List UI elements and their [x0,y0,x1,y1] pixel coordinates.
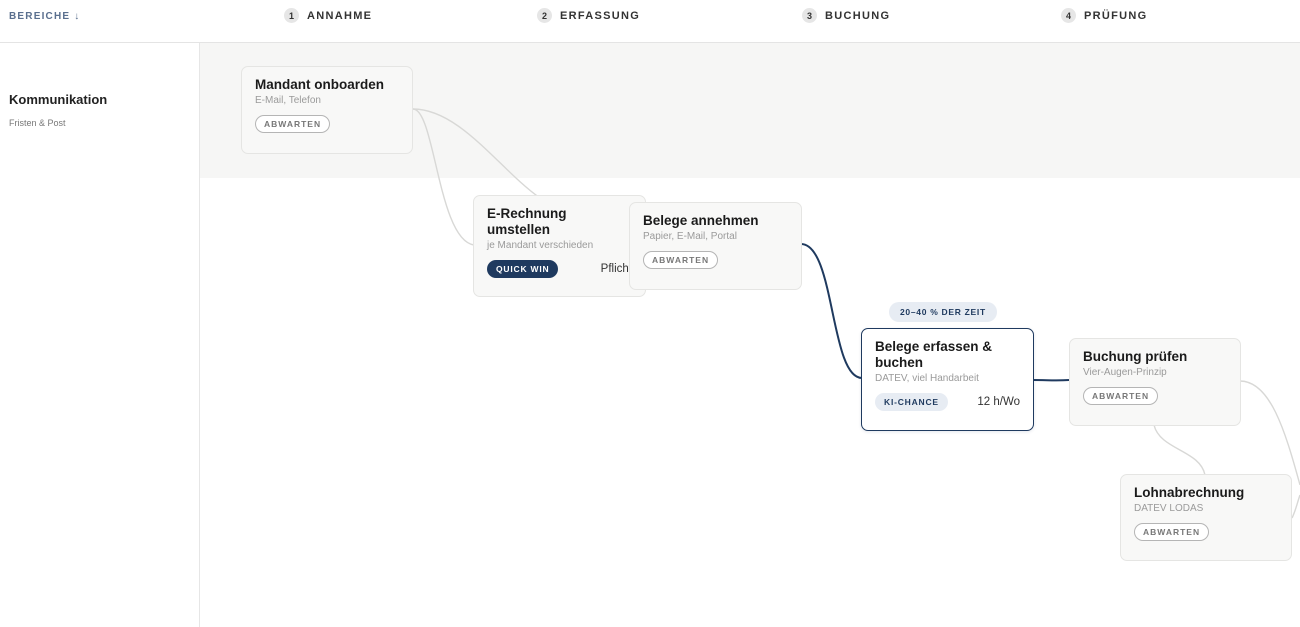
card-meta: Pflicht [600,263,632,275]
connector-lines [412,108,1300,519]
card-lohnabrechnung[interactable]: Lohnabrechnung DATEV LODAS ABWARTEN [1120,474,1292,561]
link-pruefen-to-lohn [1153,424,1206,476]
link-mandant-to-erechnung [412,108,475,246]
card-buchung-pruefen[interactable]: Buchung prüfen Vier-Augen-Prinzip ABWART… [1069,338,1241,426]
card-footer: QUICK WIN Pflicht [487,260,632,278]
status-badge: ABWARTEN [643,251,719,269]
card-title: Belege erfassen & buchen [875,339,993,370]
card-belege-erfassen-buchen[interactable]: Belege erfassen & buchen DATEV, viel Han… [861,328,1034,431]
card-title: E-Rechnung umstellen [487,206,567,237]
link-pruefen-to-offscreen [1239,380,1300,486]
link-belege-annehmen-to-erfassen [800,243,863,379]
card-subtitle: DATEV LODAS [1134,503,1204,514]
card-subtitle: Vier-Augen-Prinzip [1083,367,1167,378]
card-subtitle: Papier, E-Mail, Portal [643,231,737,242]
card-title: Lohnabrechnung [1134,485,1245,500]
link-lohn-to-offscreen [1291,494,1300,519]
link-mandant-to-belege-annehmen [412,108,541,199]
card-belege-annehmen[interactable]: Belege annehmen Papier, E-Mail, Portal A… [629,202,802,290]
card-subtitle: DATEV, viel Handarbeit [875,373,979,384]
card-subtitle: E-Mail, Telefon [255,95,321,106]
card-footer: ABWARTEN [643,251,788,269]
card-title: Buchung prüfen [1083,349,1188,364]
time-share-callout: 20–40 % DER ZEIT [889,302,997,322]
card-footer: ABWARTEN [1083,387,1227,405]
status-badge: ABWARTEN [1134,523,1210,541]
card-subtitle: je Mandant verschieden [487,240,594,251]
card-footer: ABWARTEN [255,115,399,133]
quick-win-badge: QUICK WIN [487,260,559,278]
card-footer: KI-CHANCE 12 h/Wo [875,393,1020,411]
status-badge: ABWARTEN [255,115,331,133]
card-e-rechnung-umstellen[interactable]: E-Rechnung umstellen je Mandant verschie… [473,195,646,297]
card-title: Belege annehmen [643,213,759,228]
card-title: Mandant onboarden [255,77,384,92]
ki-chance-badge: KI-CHANCE [875,393,948,411]
card-meta: 12 h/Wo [977,396,1020,408]
status-badge: ABWARTEN [1083,387,1159,405]
card-mandant-onboarden[interactable]: Mandant onboarden E-Mail, Telefon ABWART… [241,66,413,154]
card-footer: ABWARTEN [1134,523,1278,541]
